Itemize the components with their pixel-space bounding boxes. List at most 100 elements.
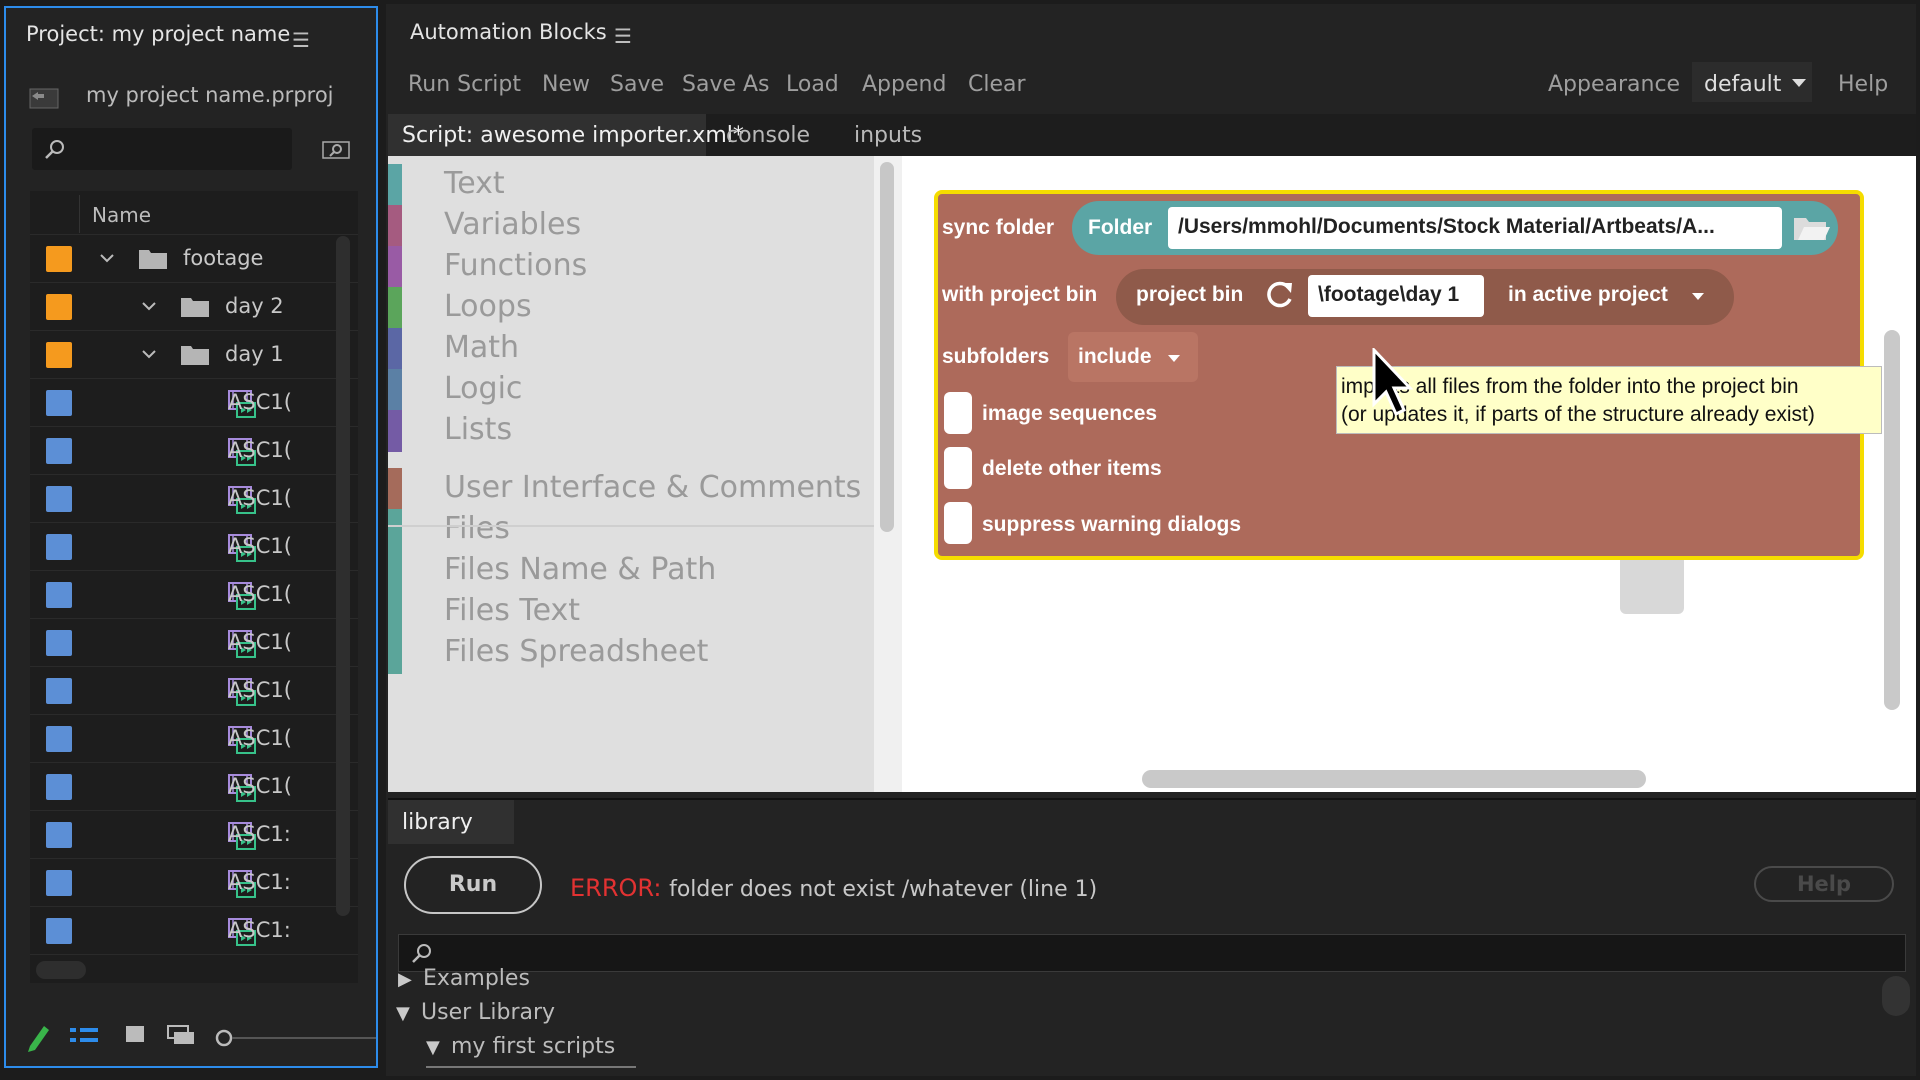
- label-color-swatch[interactable]: [46, 294, 72, 320]
- menu-new[interactable]: New: [542, 72, 590, 97]
- label-color-swatch[interactable]: [46, 774, 72, 800]
- workspace-vertical-scrollbar[interactable]: [1884, 330, 1900, 710]
- label-color-swatch[interactable]: [46, 630, 72, 656]
- project-bin-row[interactable]: day 1: [30, 331, 358, 379]
- label-color-swatch[interactable]: [46, 918, 72, 944]
- chevron-down-icon[interactable]: [98, 249, 116, 267]
- project-clip-row[interactable]: ASC1:: [30, 811, 358, 859]
- chevron-down-icon[interactable]: [140, 345, 158, 363]
- project-clip-row[interactable]: ASC1(: [30, 571, 358, 619]
- folder-path-field[interactable]: /Users/mmohl/Documents/Stock Material/Ar…: [1168, 207, 1782, 249]
- tab-library[interactable]: library: [388, 800, 514, 844]
- block-subfolders-label: subfolders: [942, 345, 1050, 368]
- image-sequences-checkbox[interactable]: [944, 392, 972, 434]
- project-clip-row[interactable]: ASC1(: [30, 667, 358, 715]
- appearance-select[interactable]: default: [1692, 62, 1812, 102]
- toolbox-category[interactable]: Files Spreadsheet: [388, 630, 874, 674]
- library-search-input[interactable]: [398, 934, 1906, 972]
- project-clip-row[interactable]: ASC1(: [30, 763, 358, 811]
- automation-panel-title: Automation Blocks: [410, 20, 607, 44]
- label-color-swatch[interactable]: [46, 246, 72, 272]
- pencil-icon[interactable]: [28, 1026, 49, 1052]
- chevron-down-icon[interactable]: [140, 297, 158, 315]
- label-color-swatch[interactable]: [46, 534, 72, 560]
- toolbox-category[interactable]: Lists: [388, 408, 874, 452]
- list-view-icon[interactable]: [70, 1028, 98, 1042]
- project-clip-row[interactable]: ASC1(: [30, 379, 358, 427]
- find-bin-icon[interactable]: [321, 136, 351, 162]
- zoom-slider[interactable]: [215, 1029, 376, 1047]
- menu-help[interactable]: Help: [1838, 72, 1888, 97]
- project-bin-row[interactable]: day 2: [30, 283, 358, 331]
- menu-run-script[interactable]: Run Script: [408, 72, 521, 97]
- library-scrollbar[interactable]: [1882, 976, 1910, 1016]
- project-panel-menu-icon[interactable]: ☰: [292, 28, 310, 52]
- toolbox-category[interactable]: Files Name & Path: [388, 548, 874, 592]
- project-bin-row[interactable]: footage: [30, 235, 358, 283]
- label-color-swatch[interactable]: [46, 390, 72, 416]
- tab-inputs[interactable]: inputs: [834, 114, 952, 156]
- toolbox-scrollbar[interactable]: [880, 162, 894, 532]
- label-color-swatch[interactable]: [46, 870, 72, 896]
- run-button[interactable]: Run: [404, 856, 542, 914]
- delete-other-items-checkbox[interactable]: [944, 447, 972, 489]
- tree-item-user-library[interactable]: ▼ User Library: [396, 1000, 555, 1025]
- toolbox-category[interactable]: Files Text: [388, 589, 874, 633]
- project-panel-title: Project: my project name: [26, 22, 291, 46]
- project-panel: Project: my project name ☰ my project na…: [4, 6, 378, 1068]
- label-color-swatch[interactable]: [46, 678, 72, 704]
- project-clip-row[interactable]: ASC1:: [30, 859, 358, 907]
- in-active-project-dropdown[interactable]: in active project: [1508, 283, 1668, 307]
- toolbox-category[interactable]: User Interface & Comments: [388, 466, 874, 510]
- toolbox-category[interactable]: Files: [388, 507, 874, 551]
- freeform-view-icon[interactable]: [167, 1025, 194, 1044]
- image-sequences-label: image sequences: [982, 402, 1158, 425]
- project-search-input[interactable]: [32, 128, 292, 170]
- project-clip-row[interactable]: ASC1(: [30, 475, 358, 523]
- label-color-swatch[interactable]: [46, 486, 72, 512]
- project-horizontal-scrollbar[interactable]: [36, 961, 86, 979]
- tree-item-label: User Library: [421, 1000, 556, 1025]
- column-header-name[interactable]: Name: [92, 203, 151, 227]
- tab-console[interactable]: console: [708, 114, 832, 156]
- tree-item-my-first-scripts[interactable]: ▼ my first scripts: [426, 1034, 615, 1059]
- bin-path-field[interactable]: \footage\day 1: [1308, 275, 1484, 317]
- toolbox-category[interactable]: Math: [388, 326, 874, 370]
- label-color-swatch[interactable]: [46, 438, 72, 464]
- toolbox-category[interactable]: Text: [388, 162, 874, 206]
- project-clip-row[interactable]: ASC1(: [30, 715, 358, 763]
- project-clip-row[interactable]: ASC1(: [30, 523, 358, 571]
- folder-browse-icon[interactable]: [1792, 214, 1832, 242]
- menu-load[interactable]: Load: [786, 72, 839, 97]
- chevron-down-icon: [1168, 355, 1180, 362]
- project-clip-row[interactable]: ASC1:: [30, 907, 358, 955]
- triangle-down-icon: ▼: [426, 1037, 440, 1058]
- label-color-swatch[interactable]: [46, 822, 72, 848]
- category-color-bar: [388, 369, 402, 411]
- toolbox-category[interactable]: Loops: [388, 285, 874, 329]
- project-clip-row[interactable]: ASC1(: [30, 427, 358, 475]
- toolbox-category[interactable]: Variables: [388, 203, 874, 247]
- category-color-bar: [388, 550, 402, 592]
- error-message: ERROR: folder does not exist /whatever (…: [570, 874, 1097, 902]
- project-clip-row[interactable]: ASC1(: [30, 619, 358, 667]
- label-color-swatch[interactable]: [46, 582, 72, 608]
- suppress-warning-dialogs-checkbox[interactable]: [944, 502, 972, 544]
- help-button[interactable]: Help: [1754, 866, 1894, 902]
- toolbox-category[interactable]: Logic: [388, 367, 874, 411]
- menu-save[interactable]: Save: [610, 72, 664, 97]
- project-item-label: ASC1(: [228, 678, 292, 702]
- menu-save-as[interactable]: Save As: [682, 72, 770, 97]
- label-color-swatch[interactable]: [46, 726, 72, 752]
- tab-script[interactable]: Script: awesome importer.xml*: [388, 114, 744, 156]
- automation-panel-menu-icon[interactable]: ☰: [614, 24, 632, 48]
- toolbox-category[interactable]: Functions: [388, 244, 874, 288]
- workspace-horizontal-scrollbar[interactable]: [1142, 770, 1646, 788]
- project-vertical-scrollbar[interactable]: [336, 236, 350, 916]
- menu-append[interactable]: Append: [862, 72, 946, 97]
- menu-clear[interactable]: Clear: [968, 72, 1026, 97]
- refresh-icon[interactable]: [1262, 279, 1296, 311]
- icon-view-icon[interactable]: [126, 1026, 144, 1042]
- tree-item-examples[interactable]: ▶ Examples: [398, 966, 530, 991]
- label-color-swatch[interactable]: [46, 342, 72, 368]
